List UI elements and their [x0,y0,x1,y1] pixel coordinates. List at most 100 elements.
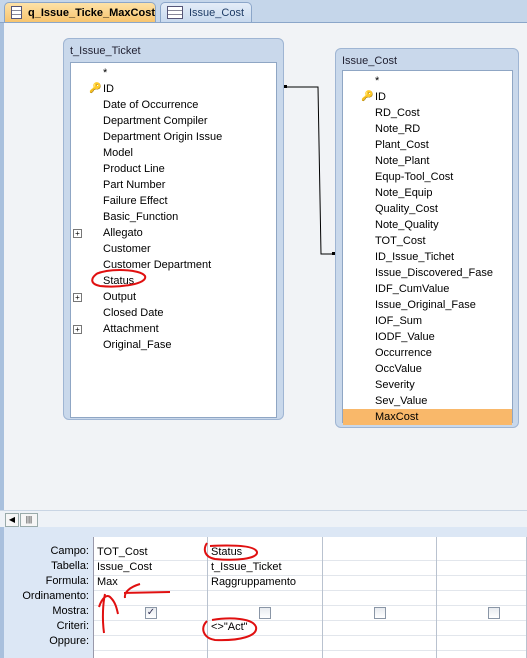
field-name: ID_Issue_Tichet [375,251,455,263]
field-name: Note_Equip [375,187,433,199]
field-item[interactable]: + Attachment [71,321,276,337]
field-name: Original_Fase [103,339,172,351]
field-item[interactable]: Product Line [71,161,276,177]
grid-column[interactable]: TOT_Cost Issue_Cost Max ✓ [94,537,208,658]
tab-issue-cost[interactable]: Issue_Cost [160,2,252,22]
cell-campo[interactable]: Status [211,545,242,560]
field-item[interactable]: + Allegato [71,225,276,241]
field-name: Customer [103,243,151,255]
field-name: ID [103,83,114,95]
field-name: Quality_Cost [375,203,438,215]
table-box-issue-cost[interactable]: Issue_Cost * 🔑 ID RD_Cost Note_RD Plant_Cost N… [335,48,519,428]
field-item[interactable]: Model [71,145,276,161]
field-name: Equp-Tool_Cost [375,171,454,183]
field-item[interactable]: Date of Occurrence [71,97,276,113]
field-name: Date of Occurrence [103,99,199,111]
grid-column[interactable] [437,537,527,658]
field-item[interactable]: Occurrence [343,345,512,361]
table-icon [167,6,183,19]
table-box-t-issue-ticket[interactable]: t_Issue_Ticket * 🔑 ID Date of Occurrence Dep… [63,38,284,420]
field-item[interactable]: Quality_Cost [343,201,512,217]
field-item[interactable]: Closed Date [71,305,276,321]
field-item[interactable]: MaxCost [343,409,512,425]
field-name: Status [103,275,135,287]
row-label: Campo: [50,545,89,557]
field-name: MaxCost [375,411,419,423]
show-checkbox[interactable] [488,607,500,619]
grid-columns: TOT_Cost Issue_Cost Max ✓ Status t_Issue_Tick… [93,537,527,658]
field-item[interactable]: ID_Issue_Tichet [343,249,512,265]
table-title: t_Issue_Ticket [70,45,141,57]
field-item[interactable]: Issue_Discovered_Fase [343,265,512,281]
field-name: * [375,75,380,87]
field-item[interactable]: Plant_Cost [343,137,512,153]
show-checkbox[interactable] [259,607,271,619]
field-item[interactable]: Department Origin Issue [71,129,276,145]
field-item[interactable]: IODF_Value [343,329,512,345]
expand-plus-icon[interactable]: + [73,293,82,302]
cell-campo[interactable]: TOT_Cost [97,545,148,560]
field-item[interactable]: Basic_Function [71,209,276,225]
field-list[interactable]: * 🔑 ID Date of Occurrence Department Compile… [70,62,277,418]
cell-tabella[interactable]: Issue_Cost [97,560,152,575]
grid-column[interactable]: Status t_Issue_Ticket Raggruppamento <>"Act… [208,537,323,658]
field-item[interactable]: Customer [71,241,276,257]
row-label: Mostra: [52,605,89,617]
horizontal-scrollbar[interactable]: ◀ ||| [0,510,527,527]
field-item[interactable]: TOT_Cost [343,233,512,249]
field-item[interactable]: * [71,65,276,81]
field-name: Occurrence [375,347,432,359]
field-item[interactable]: Issue_Original_Fase [343,297,512,313]
field-name: Note_RD [375,123,421,135]
cell-tabella[interactable]: t_Issue_Ticket [211,560,282,575]
field-item[interactable]: Note_RD [343,121,512,137]
field-item[interactable]: Original_Fase [71,337,276,353]
field-item[interactable]: Sev_Value [343,393,512,409]
grid-column[interactable] [323,537,437,658]
field-name: Plant_Cost [375,139,429,151]
scroll-left-button[interactable]: ◀ [5,513,19,527]
field-name: Customer Department [103,259,212,271]
field-name: Failure Effect [103,195,168,207]
field-item[interactable]: Part Number [71,177,276,193]
field-item[interactable]: Department Compiler [71,113,276,129]
field-name: IOF_Sum [375,315,423,327]
field-name: Issue_Original_Fase [375,299,476,311]
field-item[interactable]: 🔑 ID [71,81,276,97]
field-item[interactable]: Customer Department [71,257,276,273]
show-checkbox[interactable] [374,607,386,619]
expand-plus-icon[interactable]: + [73,325,82,334]
cell-formula[interactable]: Raggruppamento [211,575,296,590]
show-checkbox[interactable]: ✓ [145,607,157,619]
field-item[interactable]: Severity [343,377,512,393]
field-item[interactable]: Status [71,273,276,289]
field-item[interactable]: Note_Quality [343,217,512,233]
table-title: Issue_Cost [342,55,398,67]
expand-plus-icon[interactable]: + [73,229,82,238]
field-list[interactable]: * 🔑 ID RD_Cost Note_RD Plant_Cost Note_Plant Eq… [342,70,513,425]
cell-criteri[interactable]: <>"Act" [211,620,248,635]
field-item[interactable]: Note_Equip [343,185,512,201]
field-name: IDF_CumValue [375,283,450,295]
field-name: Allegato [103,227,143,239]
field-name: Department Compiler [103,115,208,127]
field-item[interactable]: IOF_Sum [343,313,512,329]
field-item[interactable]: OccValue [343,361,512,377]
field-name: Model [103,147,133,159]
field-item[interactable]: IDF_CumValue [343,281,512,297]
field-name: Sev_Value [375,395,428,407]
field-name: Closed Date [103,307,164,319]
field-item[interactable]: + Output [71,289,276,305]
row-label: Oppure: [49,635,89,647]
field-item[interactable]: * [343,73,512,89]
tab-query[interactable]: q_Issue_Ticke_MaxCost [4,2,156,22]
cell-formula[interactable]: Max [97,575,118,590]
field-item[interactable]: Equp-Tool_Cost [343,169,512,185]
field-item[interactable]: 🔑 ID [343,89,512,105]
tab-label: q_Issue_Ticke_MaxCost [28,6,155,19]
row-label: Ordinamento: [22,590,89,602]
field-item[interactable]: Note_Plant [343,153,512,169]
scroll-thumb[interactable]: ||| [20,513,38,527]
field-item[interactable]: RD_Cost [343,105,512,121]
field-item[interactable]: Failure Effect [71,193,276,209]
